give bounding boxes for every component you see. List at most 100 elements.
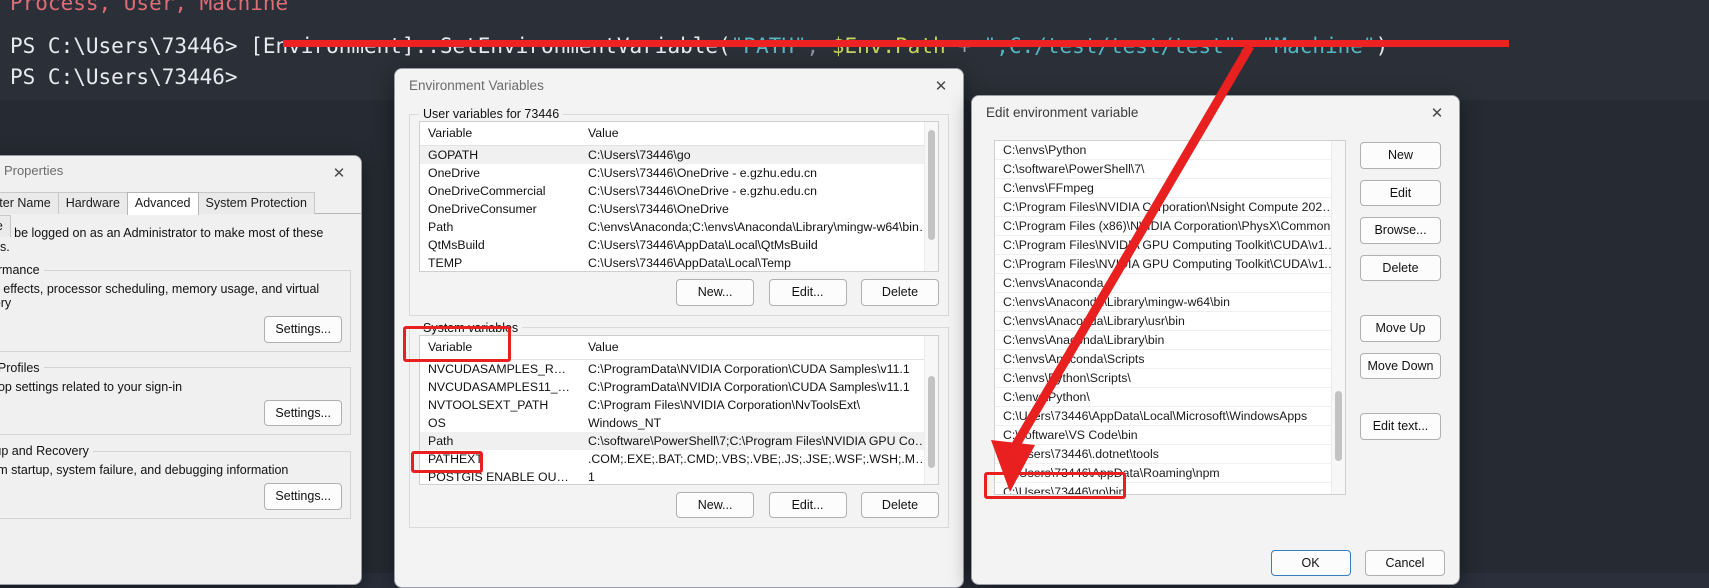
path-list-scrollbar[interactable]	[1331, 141, 1345, 494]
edit-environment-variable-titlebar: Edit environment variable ✕	[972, 96, 1459, 130]
edit-text-button[interactable]: Edit text...	[1360, 413, 1441, 440]
new-button[interactable]: New	[1360, 142, 1441, 169]
system-properties-title: System Properties	[0, 163, 63, 178]
system-variables-header-row: Variable Value	[420, 336, 938, 360]
path-entries-listbox[interactable]: C:\envs\Python C:\software\PowerShell\7\…	[994, 140, 1346, 495]
tab-advanced[interactable]: Advanced	[127, 192, 199, 215]
delete-button[interactable]: Delete	[1360, 255, 1441, 282]
cell-value: C:\Users\73446\go	[580, 146, 938, 165]
table-row[interactable]: OneDriveConsumerC:\Users\73446\OneDrive	[420, 200, 938, 218]
list-item[interactable]: C:\Users\73446\AppData\Local\Microsoft\W…	[995, 407, 1345, 426]
list-item[interactable]: C:\software\PowerShell\7\	[995, 160, 1345, 179]
close-icon[interactable]: ✕	[919, 69, 963, 103]
environment-variables-window[interactable]: Environment Variables ✕ User variables f…	[394, 68, 964, 588]
ok-button[interactable]: OK	[1271, 550, 1351, 577]
system-variables-table[interactable]: Variable Value NVCUDASAMPLES_ROOTC:\Prog…	[420, 336, 938, 485]
edit-button[interactable]: Edit	[1360, 180, 1441, 207]
cell-variable: TEMP	[420, 254, 580, 272]
edit-environment-variable-window[interactable]: Edit environment variable ✕ C:\envs\Pyth…	[971, 95, 1460, 585]
user-variables-header-row: Variable Value	[420, 122, 938, 146]
startup-recovery-settings-button[interactable]: Settings...	[264, 483, 342, 510]
table-row[interactable]: OneDriveCommercialC:\Users\73446\OneDriv…	[420, 182, 938, 200]
list-item[interactable]: C:\Program Files\NVIDIA GPU Computing To…	[995, 236, 1345, 255]
table-row[interactable]: PathC:\software\PowerShell\7;C:\Program …	[420, 432, 938, 450]
list-item[interactable]: C:\envs\FFmpeg	[995, 179, 1345, 198]
table-row[interactable]: PathC:\envs\Anaconda;C:\envs\Anaconda\Li…	[420, 218, 938, 236]
list-item[interactable]: C:\envs\Anaconda\Library\mingw-w64\bin	[995, 293, 1345, 312]
system-delete-button[interactable]: Delete	[861, 492, 939, 519]
table-row[interactable]: QtMsBuildC:\Users\73446\AppData\Local\Qt…	[420, 236, 938, 254]
performance-settings-button[interactable]: Settings...	[264, 316, 342, 343]
table-row[interactable]: NVCUDASAMPLES_ROOTC:\ProgramData\NVIDIA …	[420, 359, 938, 378]
edit-environment-variable-buttons: New Edit Browse... Delete Move Up Move D…	[1360, 140, 1441, 495]
terminal-prompt-1: PS C:\Users\73446>	[10, 34, 250, 58]
user-variables-scrollbar[interactable]	[924, 122, 938, 271]
list-item[interactable]: C:\envs\Anaconda	[995, 274, 1345, 293]
table-row[interactable]: OneDriveC:\Users\73446\OneDrive - e.gzhu…	[420, 164, 938, 182]
path-entries-list[interactable]: C:\envs\Python C:\software\PowerShell\7\…	[995, 141, 1345, 495]
cell-value: Windows_NT	[580, 414, 938, 432]
list-item[interactable]: C:\Program Files\NVIDIA GPU Computing To…	[995, 255, 1345, 274]
table-row[interactable]: PATHEXT.COM;.EXE;.BAT;.CMD;.VBS;.VBE;.JS…	[420, 450, 938, 468]
user-variables-table-wrap[interactable]: Variable Value GOPATHC:\Users\73446\go O…	[419, 121, 939, 272]
user-new-button[interactable]: New...	[676, 279, 754, 306]
list-item[interactable]: C:\envs\Python\	[995, 388, 1345, 407]
list-item[interactable]: C:\envs\Anaconda\Library\usr\bin	[995, 312, 1345, 331]
list-item[interactable]: C:\envs\Python\Scripts\	[995, 369, 1345, 388]
close-icon[interactable]: ✕	[1415, 96, 1459, 130]
user-profiles-settings-button[interactable]: Settings...	[264, 400, 342, 427]
cell-value: C:\software\PowerShell\7;C:\Program File…	[580, 432, 938, 450]
table-row[interactable]: NVTOOLSEXT_PATHC:\Program Files\NVIDIA C…	[420, 396, 938, 414]
list-item[interactable]: C:\software\VS Code\bin	[995, 426, 1345, 445]
list-item[interactable]: C:\Users\73446\go\bin	[995, 483, 1345, 495]
terminal-cut-line: Process, User, Machine	[10, 0, 1699, 19]
system-new-button[interactable]: New...	[676, 492, 754, 519]
system-variables-scroll-thumb[interactable]	[928, 376, 935, 468]
table-row[interactable]: POSTGIS ENABLE OUTDB R...1	[420, 468, 938, 485]
user-profiles-group: User Profiles Desktop settings related t…	[0, 361, 351, 436]
list-item[interactable]: C:\envs\Python	[995, 141, 1345, 160]
close-icon[interactable]: ✕	[317, 156, 361, 190]
performance-legend: Performance	[0, 263, 44, 277]
system-variables-scrollbar[interactable]	[924, 336, 938, 484]
list-item[interactable]: C:\Program Files (x86)\NVIDIA Corporatio…	[995, 217, 1345, 236]
edit-environment-variable-title: Edit environment variable	[986, 105, 1138, 120]
list-item[interactable]: C:\envs\Anaconda\Library\bin	[995, 331, 1345, 350]
user-variables-scroll-thumb[interactable]	[928, 130, 935, 240]
edit-dialog-footer: OK Cancel	[1261, 550, 1445, 577]
table-row[interactable]: OSWindows_NT	[420, 414, 938, 432]
user-col-value: Value	[580, 122, 938, 146]
cell-variable: OneDrive	[420, 164, 580, 182]
cancel-button[interactable]: Cancel	[1365, 550, 1445, 577]
list-item[interactable]: C:\Users\73446\.dotnet\tools	[995, 445, 1345, 464]
list-item[interactable]: C:\Users\73446\AppData\Roaming\npm	[995, 464, 1345, 483]
system-edit-button[interactable]: Edit...	[769, 492, 847, 519]
move-down-button[interactable]: Move Down	[1360, 353, 1441, 380]
user-edit-button[interactable]: Edit...	[769, 279, 847, 306]
table-row[interactable]: NVCUDASAMPLES11_1_ROOTC:\ProgramData\NVI…	[420, 378, 938, 396]
tab-system-protection[interactable]: System Protection	[198, 192, 315, 214]
list-item[interactable]: C:\Program Files\NVIDIA Corporation\Nsig…	[995, 198, 1345, 217]
tab-remote[interactable]: Remote	[0, 215, 11, 237]
cell-variable: NVTOOLSEXT_PATH	[420, 396, 580, 414]
cell-value: C:\ProgramData\NVIDIA Corporation\CUDA S…	[580, 378, 938, 396]
startup-recovery-button-row: Settings...	[0, 483, 342, 510]
system-properties-tabs[interactable]: Computer NameHardwareAdvancedSystem Prot…	[0, 192, 361, 214]
table-row[interactable]: GOPATHC:\Users\73446\go	[420, 146, 938, 165]
system-variables-table-wrap[interactable]: Variable Value NVCUDASAMPLES_ROOTC:\Prog…	[419, 335, 939, 485]
terminal-prompt-2: PS C:\Users\73446>	[10, 65, 238, 89]
user-delete-button[interactable]: Delete	[861, 279, 939, 306]
user-variables-table[interactable]: Variable Value GOPATHC:\Users\73446\go O…	[420, 122, 938, 272]
path-list-scroll-thumb[interactable]	[1335, 391, 1342, 461]
tab-computer-name[interactable]: Computer Name	[0, 192, 59, 214]
list-item[interactable]: C:\envs\Anaconda\Scripts	[995, 350, 1345, 369]
move-up-button[interactable]: Move Up	[1360, 315, 1441, 342]
environment-variables-body: User variables for 73446 Variable Value …	[395, 103, 963, 528]
cell-value: C:\Users\73446\OneDrive - e.gzhu.edu.cn	[580, 182, 938, 200]
table-row[interactable]: TEMPC:\Users\73446\AppData\Local\Temp	[420, 254, 938, 272]
tab-hardware[interactable]: Hardware	[58, 192, 128, 214]
cell-value: C:\Users\73446\OneDrive - e.gzhu.edu.cn	[580, 164, 938, 182]
system-properties-window[interactable]: System Properties ✕ Computer NameHardwar…	[0, 155, 362, 585]
cell-value: C:\Users\73446\OneDrive	[580, 200, 938, 218]
browse-button[interactable]: Browse...	[1360, 217, 1441, 244]
